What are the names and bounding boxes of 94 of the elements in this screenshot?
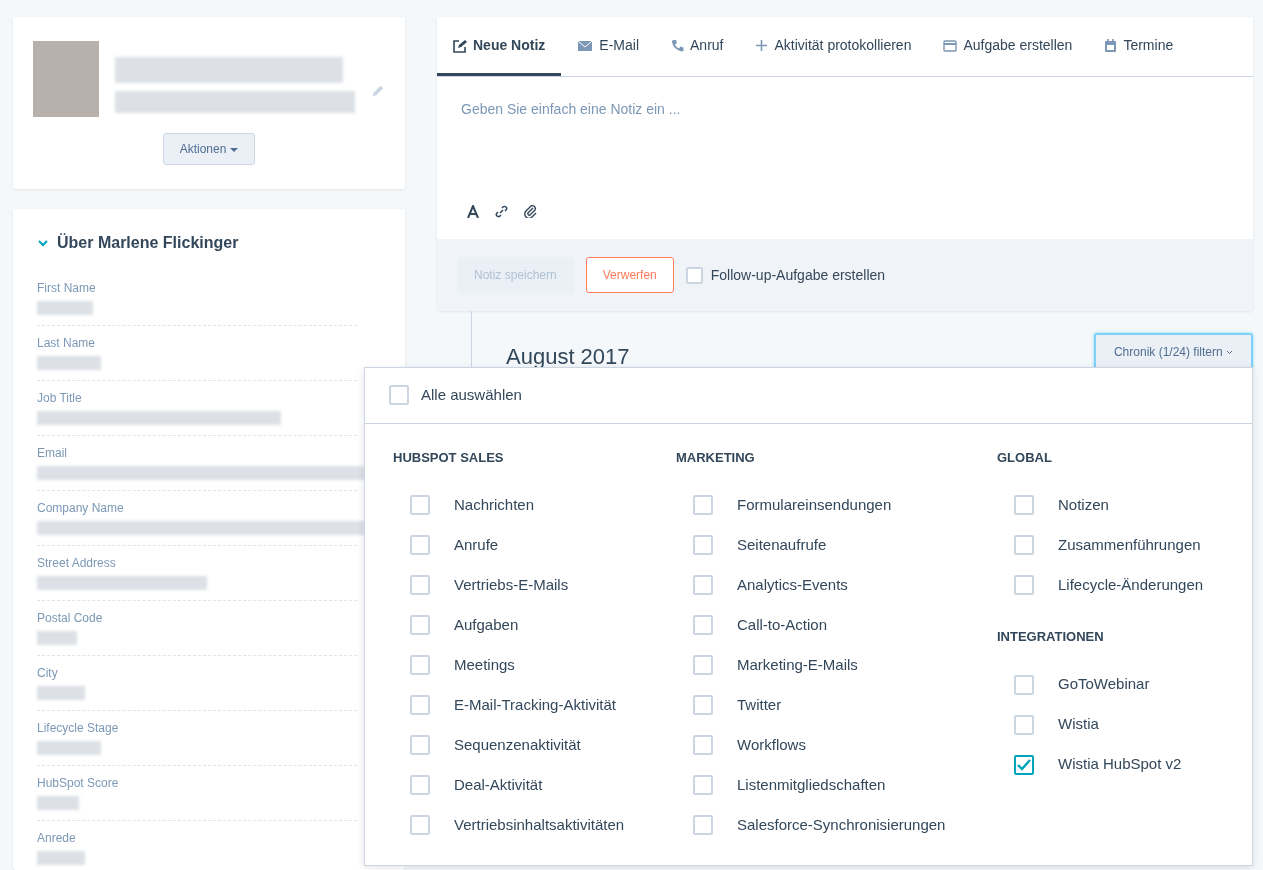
checkbox-label: Formulareinsendungen (737, 494, 892, 515)
edit-icon (453, 38, 467, 53)
checkbox-label: Follow-up-Aufgabe erstellen (710, 265, 886, 285)
field-label: Job Title (37, 390, 83, 407)
checkbox[interactable] (410, 495, 430, 515)
tab[interactable]: Aktivität protokollieren (739, 17, 928, 76)
checkbox-label: Wistia (1058, 714, 1099, 735)
field-label: City (37, 665, 59, 682)
field-label: Last Name (37, 335, 97, 352)
pencil-icon[interactable] (371, 83, 385, 99)
field-label: First Name (37, 280, 97, 297)
section-title: Über Marlene Flickinger (57, 232, 239, 253)
blurred-value (37, 631, 77, 645)
blurred-value (37, 796, 79, 810)
checkbox[interactable] (693, 695, 713, 715)
actions-button[interactable]: Aktionen (162, 133, 256, 165)
blurred-value (37, 851, 85, 865)
checkbox[interactable] (1014, 714, 1034, 735)
checkbox-label: Deal-Aktivität (454, 774, 543, 795)
blurred-value (37, 356, 101, 370)
field-label: Postal Code (37, 610, 104, 627)
group-heading: INTEGRATIONEN (997, 628, 1105, 646)
checkbox[interactable] (410, 575, 430, 595)
checkbox-label: Marketing-E-Mails (737, 654, 858, 675)
checkbox[interactable] (410, 615, 430, 635)
checkbox[interactable] (693, 495, 713, 515)
envelope-icon (577, 39, 594, 52)
chevron-icon (1226, 350, 1233, 356)
checkbox-label: Anrufe (454, 534, 499, 555)
checkbox[interactable] (1014, 754, 1034, 775)
checkbox-label: Seitenaufrufe (737, 534, 827, 555)
window-icon (943, 39, 958, 52)
checkbox-label: Notizen (1058, 494, 1109, 515)
checkbox[interactable] (693, 775, 713, 795)
paperclip-icon[interactable] (524, 204, 537, 218)
checkbox[interactable] (389, 385, 409, 406)
checkbox-label: Aufgaben (454, 614, 519, 635)
checkbox[interactable] (410, 535, 430, 555)
field-label: Email (37, 445, 68, 462)
checkbox-label: GoToWebinar (1058, 674, 1150, 695)
field-label: Lifecycle Stage (37, 720, 120, 737)
blurred-value (37, 686, 85, 700)
calendar-icon (1104, 38, 1118, 53)
group-heading: HUBSPOT SALES (393, 448, 505, 467)
checkbox-label: Vertriebsinhaltsaktivitäten (454, 814, 625, 835)
checkbox-label: Listenmitgliedschaften (737, 774, 886, 795)
checkbox[interactable] (1014, 535, 1034, 555)
checkbox[interactable] (693, 815, 713, 835)
blurred-value (37, 741, 101, 755)
blurred-value (37, 301, 93, 315)
checkbox[interactable] (693, 575, 713, 595)
checkbox[interactable] (685, 266, 703, 284)
checkbox[interactable] (693, 655, 713, 675)
field-label: HubSpot Score (37, 775, 120, 792)
phone-icon (671, 39, 684, 52)
checkbox[interactable] (1014, 575, 1034, 595)
field-label: Anrede (37, 830, 77, 847)
checkbox-label: Meetings (454, 654, 515, 675)
checkbox-label: Twitter (737, 694, 782, 715)
checkbox[interactable] (693, 615, 713, 635)
chevron-icon[interactable] (37, 237, 49, 249)
link-icon[interactable] (495, 204, 508, 218)
checkbox-label: Lifecycle-Änderungen (1058, 574, 1204, 595)
group-heading: MARKETING (676, 448, 756, 467)
group-heading: GLOBAL (997, 448, 1053, 467)
checkbox-label: Sequenzenaktivität (454, 734, 581, 755)
checkbox[interactable] (693, 535, 713, 555)
checkbox[interactable] (1014, 674, 1034, 695)
checkbox-label: Analytics-Events (737, 574, 848, 595)
field-label: Company Name (37, 500, 125, 517)
checkbox[interactable] (410, 735, 430, 755)
checkbox-label: Alle auswählen (421, 385, 522, 405)
tab[interactable]: Neue Notiz (437, 17, 562, 76)
checkbox-label: Call-to-Action (737, 614, 828, 635)
checkbox-label: Salesforce-Synchronisierungen (737, 814, 946, 835)
tab[interactable]: E-Mail (561, 17, 655, 76)
checkbox-label: Nachrichten (454, 494, 535, 515)
checkbox[interactable] (410, 695, 430, 715)
field-label: Street Address (37, 555, 117, 572)
checkbox[interactable] (410, 815, 430, 835)
checkbox-label: E-Mail-Tracking-Aktivität (454, 694, 616, 715)
checkbox-label: Zusammenführungen (1058, 534, 1201, 555)
checkbox[interactable] (693, 735, 713, 755)
checkbox-label: Vertriebs-E-Mails (454, 574, 569, 595)
checkbox[interactable] (410, 775, 430, 795)
plus-icon (755, 39, 769, 52)
checkbox-label: Workflows (737, 734, 806, 755)
tab[interactable]: Termine (1088, 17, 1190, 76)
month-heading: August 2017 (506, 343, 630, 371)
checkbox[interactable] (410, 655, 430, 675)
tab[interactable]: Aufgabe erstellen (927, 17, 1089, 76)
tab[interactable]: Anruf (655, 17, 740, 76)
checkbox[interactable] (1014, 495, 1034, 515)
checkbox-label: Wistia HubSpot v2 (1058, 754, 1182, 775)
